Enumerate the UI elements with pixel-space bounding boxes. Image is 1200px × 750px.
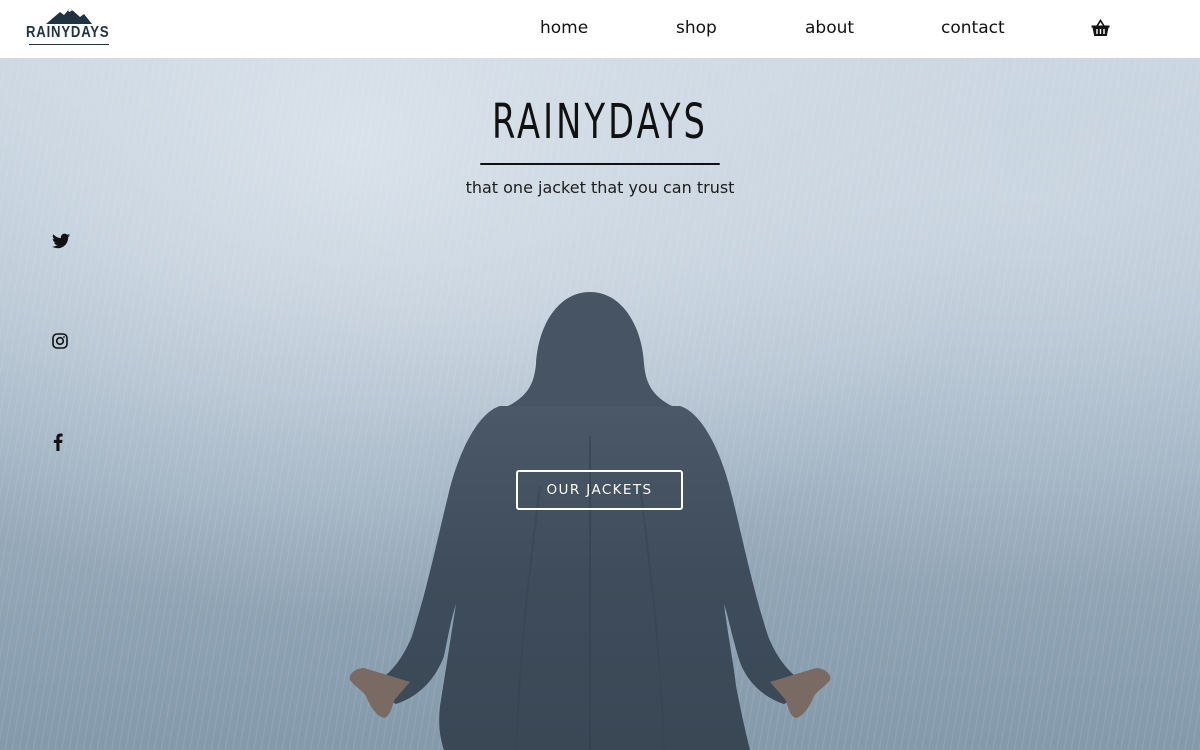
- hooded-figure-image: [349, 292, 831, 750]
- nav-contact[interactable]: contact: [941, 18, 1005, 38]
- site-header: RAINYDAYS home shop about contact: [0, 0, 1200, 58]
- title-divider: [480, 163, 720, 165]
- mountain-logo-icon: [46, 8, 92, 24]
- nav-about[interactable]: about: [805, 18, 854, 38]
- hero-tagline: that one jacket that you can trust: [465, 178, 735, 197]
- facebook-icon[interactable]: [52, 433, 72, 453]
- logo-underline: [29, 44, 109, 45]
- twitter-icon[interactable]: [52, 233, 72, 253]
- logo-link[interactable]: RAINYDAYS: [26, 8, 112, 46]
- basket-icon[interactable]: [1091, 19, 1110, 37]
- hero-section: RAINYDAYS that one jacket that you can t…: [0, 58, 1200, 750]
- nav-home[interactable]: home: [540, 18, 588, 38]
- hero-title: RAINYDAYS: [491, 94, 709, 150]
- logo-text: RAINYDAYS: [26, 24, 110, 41]
- page: RAINYDAYS home shop about contact RAINYD…: [0, 0, 1200, 750]
- nav-shop[interactable]: shop: [676, 18, 717, 38]
- our-jackets-button[interactable]: OUR JACKETS: [516, 470, 683, 510]
- instagram-icon[interactable]: [52, 333, 72, 353]
